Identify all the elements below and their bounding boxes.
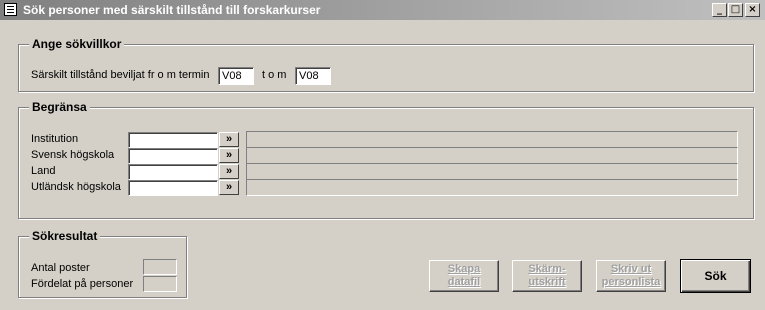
- search-results-heading: Sökresultat: [29, 229, 101, 243]
- swedish-university-description: [246, 147, 738, 164]
- institution-label: Institution: [31, 133, 79, 145]
- swedish-university-input[interactable]: [128, 148, 218, 164]
- limit-heading: Begränsa: [29, 100, 90, 114]
- institution-lookup-button[interactable]: »: [219, 132, 239, 147]
- country-input[interactable]: [128, 164, 218, 180]
- screen-print-line2: utskrift: [528, 276, 566, 288]
- swedish-university-label: Svensk högskola: [31, 149, 115, 161]
- institution-input[interactable]: [128, 132, 218, 148]
- foreign-university-label: Utländsk högskola: [31, 181, 121, 193]
- search-button[interactable]: Sök: [680, 259, 751, 293]
- screen-print-button[interactable]: Skärm- utskrift: [512, 260, 582, 292]
- record-count-value: [143, 259, 177, 275]
- person-count-label: Fördelat på personer: [31, 278, 134, 290]
- create-datafile-line2: datafil: [447, 276, 481, 288]
- minimize-button[interactable]: _: [712, 3, 727, 17]
- print-person-list-label: Skriv ut personlista: [597, 263, 665, 289]
- create-datafile-label: Skapa datafil: [430, 263, 498, 289]
- close-button[interactable]: ×: [745, 3, 760, 17]
- record-count-label: Antal poster: [31, 262, 90, 274]
- search-criteria-heading: Ange sökvillkor: [29, 37, 125, 51]
- term-label: Särskilt tillstånd beviljat fr o m termi…: [31, 69, 210, 81]
- print-person-list-button[interactable]: Skriv ut personlista: [596, 260, 666, 292]
- screen-print-label: Skärm- utskrift: [513, 263, 581, 289]
- app-document-icon: [4, 3, 17, 16]
- foreign-university-lookup-button[interactable]: »: [219, 180, 239, 195]
- country-description: [246, 163, 738, 180]
- term-from-input[interactable]: [218, 67, 254, 85]
- institution-description: [246, 131, 738, 148]
- country-lookup-button[interactable]: »: [219, 164, 239, 179]
- term-to-input[interactable]: [295, 67, 331, 85]
- screen-print-line1: Skärm-: [528, 263, 566, 275]
- print-person-list-line1: Skriv ut: [610, 263, 652, 275]
- maximize-button[interactable]: □: [728, 3, 743, 17]
- print-person-list-line2: personlista: [601, 276, 661, 288]
- search-criteria-group: Ange sökvillkor: [18, 37, 754, 92]
- create-datafile-line1: Skapa: [447, 263, 481, 275]
- swedish-university-lookup-button[interactable]: »: [219, 148, 239, 163]
- create-datafile-button[interactable]: Skapa datafil: [429, 260, 499, 292]
- term-to-label: t o m: [262, 69, 287, 81]
- foreign-university-description: [246, 179, 738, 196]
- window-title: Sök personer med särskilt tillstånd till…: [23, 3, 321, 17]
- person-count-value: [143, 276, 177, 292]
- title-bar[interactable]: Sök personer med särskilt tillstånd till…: [0, 0, 765, 20]
- country-label: Land: [31, 165, 56, 177]
- foreign-university-input[interactable]: [128, 180, 218, 196]
- search-button-label: Sök: [704, 268, 727, 283]
